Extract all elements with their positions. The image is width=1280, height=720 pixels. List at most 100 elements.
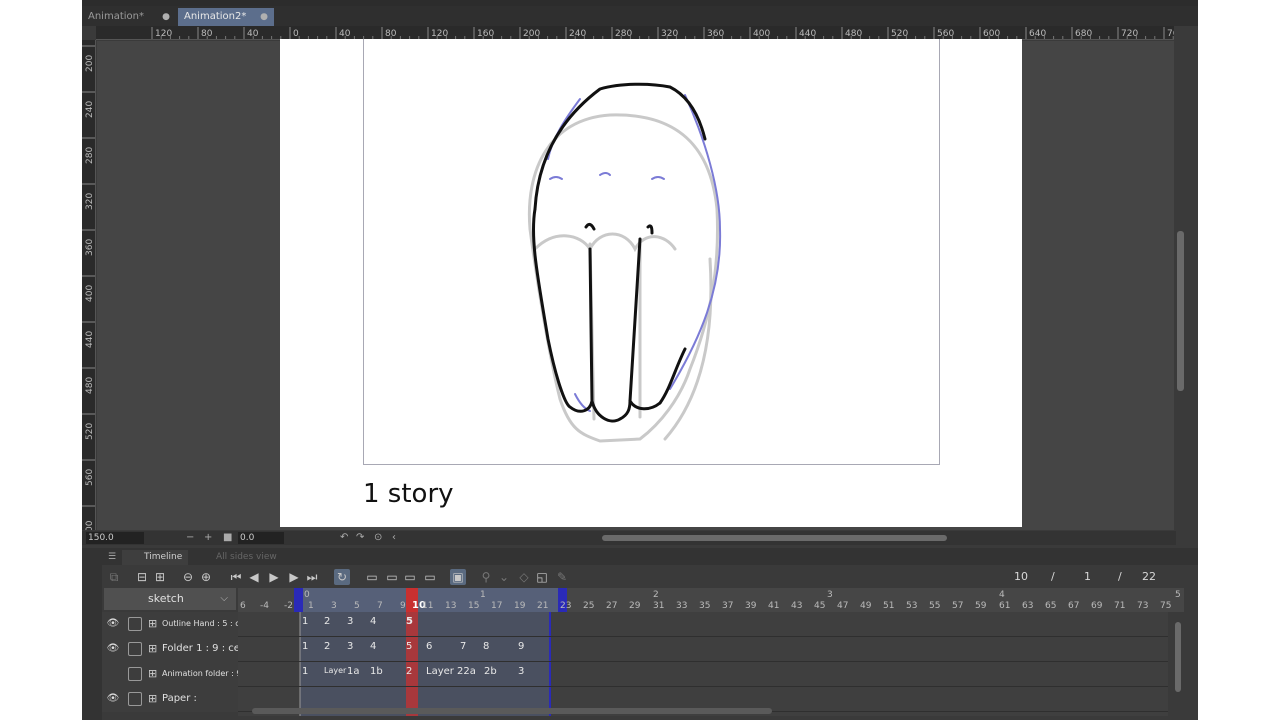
interpolation-icon[interactable]: ◇ (516, 569, 532, 585)
layer-row[interactable]: 👁 ⊞ Outline Hand : 5 : cel 1 2 3 4 5 (102, 612, 1168, 637)
cel-label[interactable]: 2 (324, 641, 330, 652)
eye-icon[interactable]: 👁 (106, 618, 120, 630)
reset-rotation-icon[interactable]: ⊙ (374, 531, 382, 545)
scrollbar-thumb[interactable] (1175, 622, 1181, 692)
cel-label[interactable]: 2 (406, 666, 412, 677)
layer-header[interactable]: 👁 ⊞ Paper : (102, 687, 238, 712)
cel-label[interactable]: 5 (406, 641, 412, 652)
cel-label[interactable]: Layer (324, 666, 346, 675)
ruler-label: 40 (247, 29, 259, 39)
scrollbar-thumb[interactable] (252, 708, 772, 714)
ruler-label: 160 (477, 29, 494, 39)
cel-label[interactable]: 9 (518, 641, 524, 652)
cel-label[interactable]: 4 (370, 641, 376, 652)
new-cel-icon[interactable]: ▭ (364, 569, 380, 585)
onion-skin-icon[interactable]: ▣ (450, 569, 466, 585)
rotation-field[interactable]: 0.0 (238, 532, 284, 544)
tab-animation[interactable]: Animation* ● (82, 8, 176, 26)
cel-label[interactable]: 1 (302, 641, 308, 652)
ruler-label: 80 (385, 29, 397, 39)
outline-top (533, 82, 707, 211)
cel-label[interactable]: Layer 22a (426, 666, 476, 677)
frame-ruler[interactable]: 6 -4 -2 0 1 3 5 7 9 10 11 13 15 1 17 19 21 23 25 27 29 2 31 33 3… (238, 588, 1184, 612)
zoom-out-icon[interactable]: ⊖ (180, 569, 196, 585)
keyframe-dropdown-icon[interactable]: ⌄ (496, 569, 512, 585)
cel-label[interactable]: 2 (324, 616, 330, 627)
timeline-vertical-scrollbar[interactable] (1172, 612, 1184, 716)
light-table-icon[interactable]: ◱ (534, 569, 550, 585)
layer-header[interactable]: 👁 ⊞ Folder 1 : 9 : cel (102, 637, 238, 662)
layer-dropdown[interactable]: sketch ⌵ (104, 588, 236, 610)
new-timeline-icon[interactable]: ⧉ (106, 569, 122, 585)
pen-icon[interactable]: ✎ (554, 569, 570, 585)
zoom-field[interactable]: 150.0 (86, 532, 144, 544)
cel-label[interactable]: 2b (484, 666, 497, 677)
keyframe-icon[interactable]: ⚲ (478, 569, 494, 585)
prev-frame-icon[interactable]: ◀ (246, 569, 262, 585)
layer-track[interactable]: 1 Layer 1a 1b 2 Layer 22a 2b 3 (238, 662, 1168, 687)
tab-animation2[interactable]: Animation2* ● (178, 8, 274, 26)
rotate-right-icon[interactable]: ↷ (356, 531, 364, 545)
cel-label[interactable]: 3 (347, 641, 353, 652)
expand-icon[interactable]: ⊞ (148, 642, 157, 656)
cel-label[interactable]: 3 (347, 616, 353, 627)
range-start-marker[interactable] (294, 588, 303, 612)
ruler-label: 280 (85, 147, 95, 164)
edit-timeline-icon[interactable]: ⊞ (152, 569, 168, 585)
tab-all-sides-view[interactable]: All sides view (194, 550, 277, 565)
frame-number: 5 (354, 601, 360, 611)
cel-label[interactable]: 7 (460, 641, 466, 652)
zoom-in-icon[interactable]: ⊕ (198, 569, 214, 585)
tab-timeline[interactable]: Timeline (122, 550, 189, 565)
zoom-out-button[interactable]: − (186, 531, 194, 545)
tab-close-icon[interactable]: ● (260, 8, 268, 26)
layer-track[interactable]: 1 2 3 4 5 (238, 612, 1168, 637)
cel-label[interactable]: 1 (302, 616, 308, 627)
scrollbar-thumb[interactable] (1177, 231, 1184, 391)
play-icon[interactable]: ▶ (266, 569, 282, 585)
cel-label[interactable]: 8 (483, 641, 489, 652)
tab-label: Animation* (88, 11, 144, 22)
timeline-settings-icon[interactable]: ⊟ (134, 569, 150, 585)
visibility-off-icon[interactable] (106, 668, 120, 680)
loop-icon[interactable]: ↻ (334, 569, 350, 585)
layer-header[interactable]: 👁 ⊞ Outline Hand : 5 : cel (102, 612, 238, 637)
layer-track[interactable]: 1 2 3 4 5 6 7 8 9 (238, 637, 1168, 662)
cel-label[interactable]: 6 (426, 641, 432, 652)
cel-label[interactable]: 1b (370, 666, 383, 677)
canvas-area[interactable]: 1 story (97, 39, 1174, 530)
zoom-in-button[interactable]: + (204, 531, 212, 545)
eye-icon[interactable]: 👁 (106, 693, 120, 705)
cel-label[interactable]: 1a (347, 666, 360, 677)
cel-label[interactable]: 1 (302, 666, 308, 677)
cel-label[interactable]: 5 (406, 616, 413, 627)
expand-icon[interactable]: ⊞ (148, 617, 157, 631)
flip-icon[interactable]: ‹ (392, 531, 396, 545)
canvas-horizontal-scrollbar[interactable] (602, 535, 947, 541)
rotate-left-icon[interactable]: ↶ (340, 531, 348, 545)
cel-label[interactable]: 4 (370, 616, 376, 627)
cel-label[interactable]: 3 (518, 666, 524, 677)
expand-icon[interactable]: ⊞ (148, 692, 157, 706)
specify-cel-icon[interactable]: ▭ (422, 569, 438, 585)
panel-left-strip (82, 548, 102, 720)
ruler-label: 640 (1029, 29, 1046, 39)
layer-row[interactable]: ⊞ Animation folder : 9 : 1 Layer1a 1b 2 Layer … (102, 662, 1168, 687)
stop-icon[interactable]: ■ (223, 531, 232, 545)
layer-row[interactable]: 👁 ⊞ Folder 1 : 9 : cel 1 2 3 4 5 6 7 8 9 (102, 637, 1168, 662)
canvas-vertical-scrollbar[interactable] (1174, 26, 1188, 530)
layer-header[interactable]: ⊞ Animation folder : 9 : (102, 662, 238, 687)
document-tabs: Animation* ● Animation2* ● (82, 6, 1198, 26)
panel-menu-icon[interactable]: ☰ (108, 550, 116, 565)
timeline-horizontal-scrollbar[interactable] (242, 706, 1198, 716)
tab-close-icon[interactable]: ● (162, 8, 170, 26)
eye-icon[interactable]: 👁 (106, 643, 120, 655)
last-frame-icon[interactable]: ⏭ (304, 569, 320, 585)
first-frame-icon[interactable]: ⏮ (228, 569, 244, 585)
frame-number: 71 (1114, 601, 1125, 611)
frame-number: 31 (653, 601, 664, 611)
assign-cel-icon[interactable]: ▭ (384, 569, 400, 585)
expand-icon[interactable]: ⊞ (148, 667, 157, 681)
next-frame-icon[interactable]: ▶ (286, 569, 302, 585)
delete-cel-icon[interactable]: ▭ (402, 569, 418, 585)
